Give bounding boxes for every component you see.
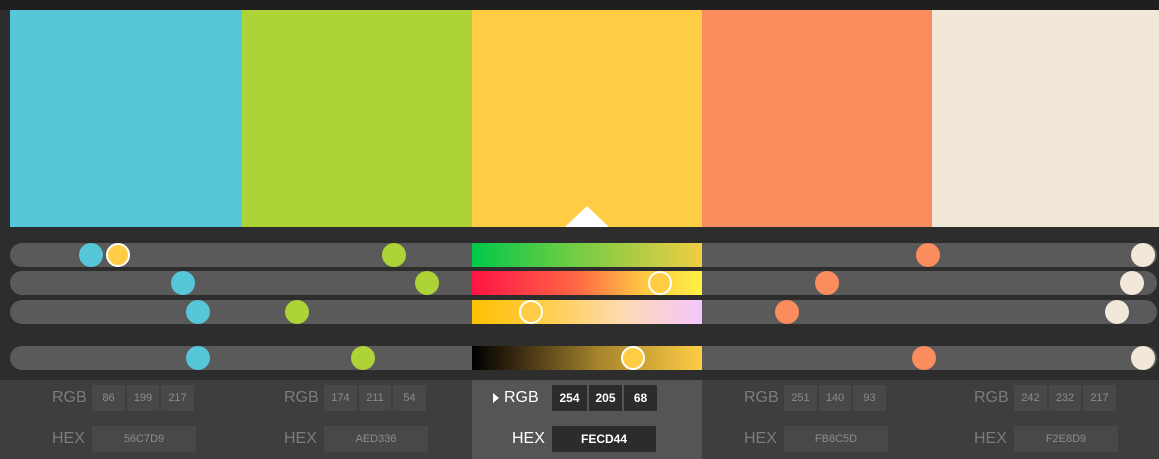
g-value-field[interactable]: 211 <box>359 385 391 411</box>
rgb-label: RGB <box>744 389 779 406</box>
g-value-field[interactable]: 140 <box>819 385 851 411</box>
lightness-knob-1[interactable] <box>186 346 211 370</box>
color-values-5: RGB 242 232 217 HEX F2E8D9 <box>932 380 1159 459</box>
color-theme-editor: RGB 86 199 217 HEX 56C7D9 RGB 174 211 54 HEX AED336… <box>0 0 1159 459</box>
r-value-field[interactable]: 86 <box>92 385 125 411</box>
saturation-knob-2[interactable] <box>415 271 440 295</box>
brightness-knob-2[interactable] <box>285 300 310 324</box>
saturation-slider-track[interactable] <box>10 271 1157 295</box>
brightness-knob-4[interactable] <box>774 300 799 324</box>
hex-label: HEX <box>52 430 85 447</box>
g-value-field[interactable]: 232 <box>1049 385 1081 411</box>
value-panel: RGB 86 199 217 HEX 56C7D9 RGB 174 211 54 HEX AED336… <box>0 380 1159 459</box>
hex-value-field[interactable]: F2E8D9 <box>1014 426 1118 452</box>
hue-gradient <box>472 243 702 267</box>
color-values-4: RGB 251 140 93 HEX FB8C5D <box>702 380 932 459</box>
r-value-field[interactable]: 251 <box>784 385 817 411</box>
brightness-knob-3[interactable] <box>518 300 543 324</box>
rgb-label: RGB <box>52 389 87 406</box>
g-value-field[interactable]: 199 <box>127 385 159 411</box>
r-value-field[interactable]: 242 <box>1014 385 1047 411</box>
b-value-field[interactable]: 54 <box>393 385 426 411</box>
saturation-knob-5[interactable] <box>1120 271 1145 295</box>
swatch-row <box>10 10 1159 227</box>
hex-value-field[interactable]: 56C7D9 <box>92 426 196 452</box>
hex-label: HEX <box>744 430 777 447</box>
saturation-knob-3[interactable] <box>647 271 672 295</box>
hue-knob-1[interactable] <box>78 243 103 267</box>
lightness-knob-4[interactable] <box>912 346 937 370</box>
swatch-2[interactable] <box>242 10 472 227</box>
brightness-knob-1[interactable] <box>186 300 211 324</box>
hex-label: HEX <box>974 430 1007 447</box>
b-value-field[interactable]: 217 <box>161 385 194 411</box>
lightness-gradient <box>472 346 702 370</box>
lightness-knob-5[interactable] <box>1131 346 1155 370</box>
hex-label: HEX <box>512 430 545 447</box>
swatch-1[interactable] <box>10 10 242 227</box>
hue-knob-4[interactable] <box>916 243 941 267</box>
r-value-field[interactable]: 174 <box>324 385 357 411</box>
top-bar <box>0 0 1159 10</box>
g-value-field[interactable]: 205 <box>589 385 622 411</box>
selected-swatch-marker-icon <box>565 206 609 227</box>
brightness-slider-track[interactable] <box>10 300 1157 324</box>
hex-value-field[interactable]: AED336 <box>324 426 428 452</box>
hex-value-field[interactable]: FB8C5D <box>784 426 888 452</box>
hue-knob-5[interactable] <box>1131 243 1155 267</box>
r-value-field[interactable]: 254 <box>552 385 587 411</box>
color-values-2: RGB 174 211 54 HEX AED336 <box>242 380 472 459</box>
b-value-field[interactable]: 93 <box>853 385 886 411</box>
rgb-label: RGB <box>974 389 1009 406</box>
lightness-knob-2[interactable] <box>351 346 376 370</box>
hue-slider-track[interactable] <box>10 243 1157 267</box>
saturation-knob-4[interactable] <box>814 271 839 295</box>
slider-area <box>0 227 1159 380</box>
hex-value-field[interactable]: FECD44 <box>552 426 656 452</box>
rgb-label: RGB <box>504 389 539 406</box>
rgb-label: RGB <box>284 389 319 406</box>
swatch-3[interactable] <box>472 10 702 227</box>
color-values-3: RGB 254 205 68 HEX FECD44 <box>472 380 702 459</box>
lightness-slider-track[interactable] <box>10 346 1157 370</box>
swatch-4[interactable] <box>702 10 932 227</box>
expand-caret-icon[interactable] <box>493 393 499 403</box>
brightness-gradient <box>472 300 702 324</box>
b-value-field[interactable]: 217 <box>1083 385 1116 411</box>
color-values-1: RGB 86 199 217 HEX 56C7D9 <box>10 380 242 459</box>
b-value-field[interactable]: 68 <box>624 385 657 411</box>
hue-knob-3[interactable] <box>106 243 131 267</box>
brightness-knob-5[interactable] <box>1105 300 1130 324</box>
saturation-knob-1[interactable] <box>170 271 195 295</box>
hex-label: HEX <box>284 430 317 447</box>
swatch-5[interactable] <box>932 10 1159 227</box>
hue-knob-2[interactable] <box>382 243 407 267</box>
